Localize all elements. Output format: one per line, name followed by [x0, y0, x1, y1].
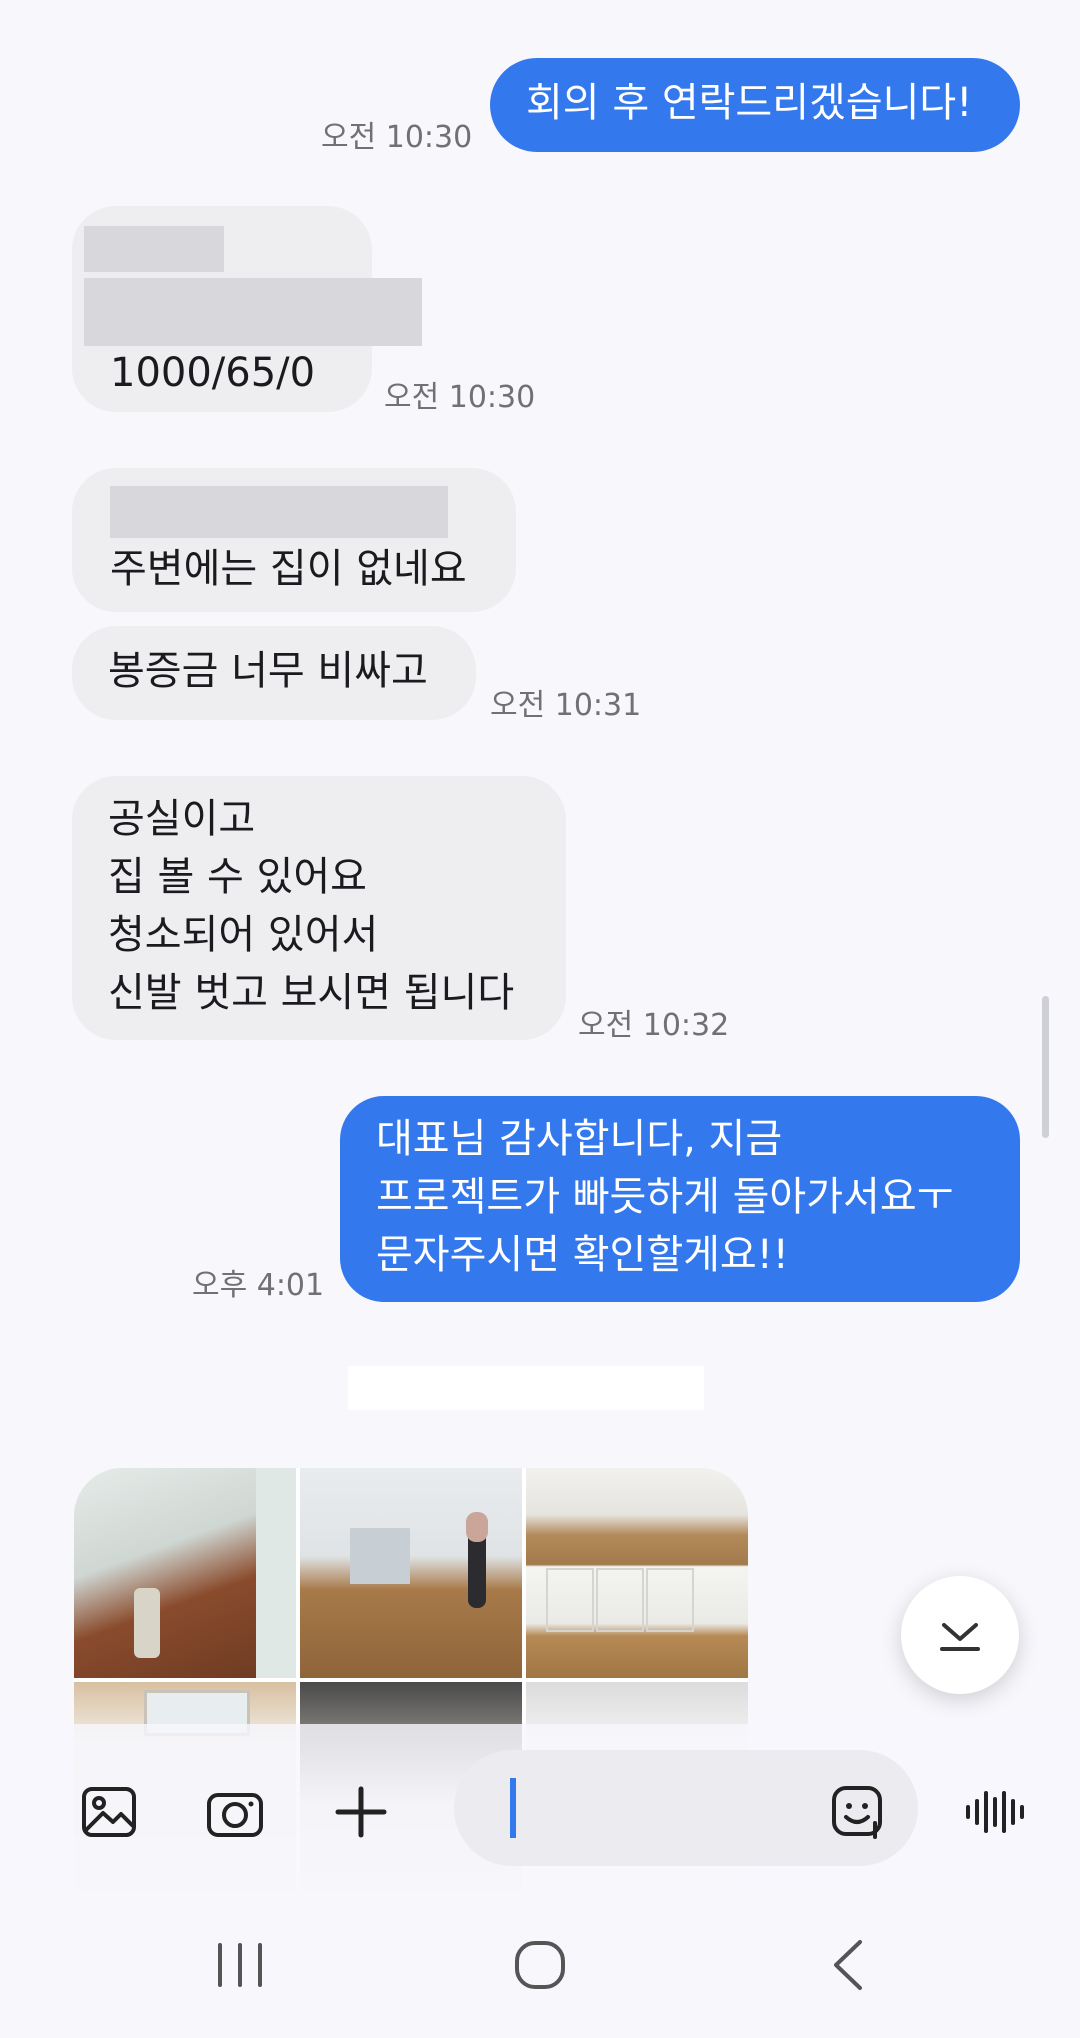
scroll-to-bottom-button[interactable] — [901, 1576, 1019, 1694]
text-cursor — [510, 1778, 516, 1838]
message-time: 오전 10:32 — [578, 1008, 730, 1043]
message-line: 대표님 감사합니다, 지금 — [376, 1116, 783, 1162]
message-text: 주변에는 집이 없네요 — [110, 546, 467, 592]
photo-thumbnail[interactable] — [300, 1468, 522, 1678]
message-time: 오전 10:31 — [490, 688, 642, 723]
message-line: 문자주시면 확인할게요!! — [376, 1232, 789, 1278]
message-time: 오전 10:30 — [321, 120, 473, 155]
camera-button[interactable] — [198, 1780, 272, 1844]
camera-icon — [207, 1793, 263, 1837]
voice-icon — [966, 1791, 1024, 1833]
attach-button[interactable] — [324, 1780, 398, 1844]
message-text: 회의 후 연락드리겠습니다! — [526, 80, 973, 126]
voice-button[interactable] — [958, 1780, 1032, 1844]
chevron-down-icon — [940, 1623, 980, 1651]
redacted-text — [110, 486, 448, 538]
back-icon — [834, 1940, 862, 1990]
photo-thumbnail[interactable] — [526, 1468, 748, 1678]
home-icon — [515, 1941, 565, 1989]
message-text: 1000/65/0 — [110, 350, 316, 396]
photo-thumbnail[interactable] — [74, 1468, 296, 1678]
plus-icon — [335, 1786, 387, 1838]
message-line: 프로젝트가 빠듯하게 돌아가서요ㅜ — [376, 1174, 954, 1220]
gallery-icon — [82, 1787, 136, 1837]
received-message-bubble[interactable]: 봉증금 너무 비싸고 — [72, 626, 476, 720]
home-button[interactable] — [500, 1930, 580, 2000]
recent-apps-icon — [218, 1943, 262, 1987]
gallery-button[interactable] — [72, 1780, 146, 1844]
received-message-bubble[interactable]: 주변에는 집이 없네요 — [72, 468, 516, 612]
emoji-button[interactable] — [822, 1780, 896, 1844]
message-line: 신발 벗고 보시면 됩니다 — [108, 970, 515, 1016]
message-line: 공실이고 — [108, 796, 256, 842]
scrollbar[interactable] — [1042, 996, 1049, 1138]
redacted-text — [84, 278, 422, 346]
message-time: 오후 4:01 — [192, 1268, 325, 1303]
sent-message-bubble[interactable]: 대표님 감사합니다, 지금 프로젝트가 빠듯하게 돌아가서요ㅜ 문자주시면 확인… — [340, 1096, 1020, 1302]
received-message-bubble[interactable]: 1000/65/0 — [72, 206, 422, 412]
message-text: 봉증금 너무 비싸고 — [108, 648, 428, 694]
message-time: 오전 10:30 — [384, 380, 536, 415]
redacted-text — [84, 226, 224, 272]
message-line: 집 볼 수 있어요 — [108, 854, 367, 900]
emoji-icon — [832, 1786, 882, 1839]
date-separator — [348, 1366, 704, 1410]
recent-apps-button[interactable] — [200, 1930, 280, 2000]
back-button[interactable] — [808, 1930, 888, 2000]
message-line: 청소되어 있어서 — [108, 912, 379, 958]
sent-message-bubble[interactable]: 회의 후 연락드리겠습니다! — [490, 58, 1020, 152]
received-message-bubble[interactable]: 공실이고 집 볼 수 있어요 청소되어 있어서 신발 벗고 보시면 됩니다 — [72, 776, 566, 1040]
